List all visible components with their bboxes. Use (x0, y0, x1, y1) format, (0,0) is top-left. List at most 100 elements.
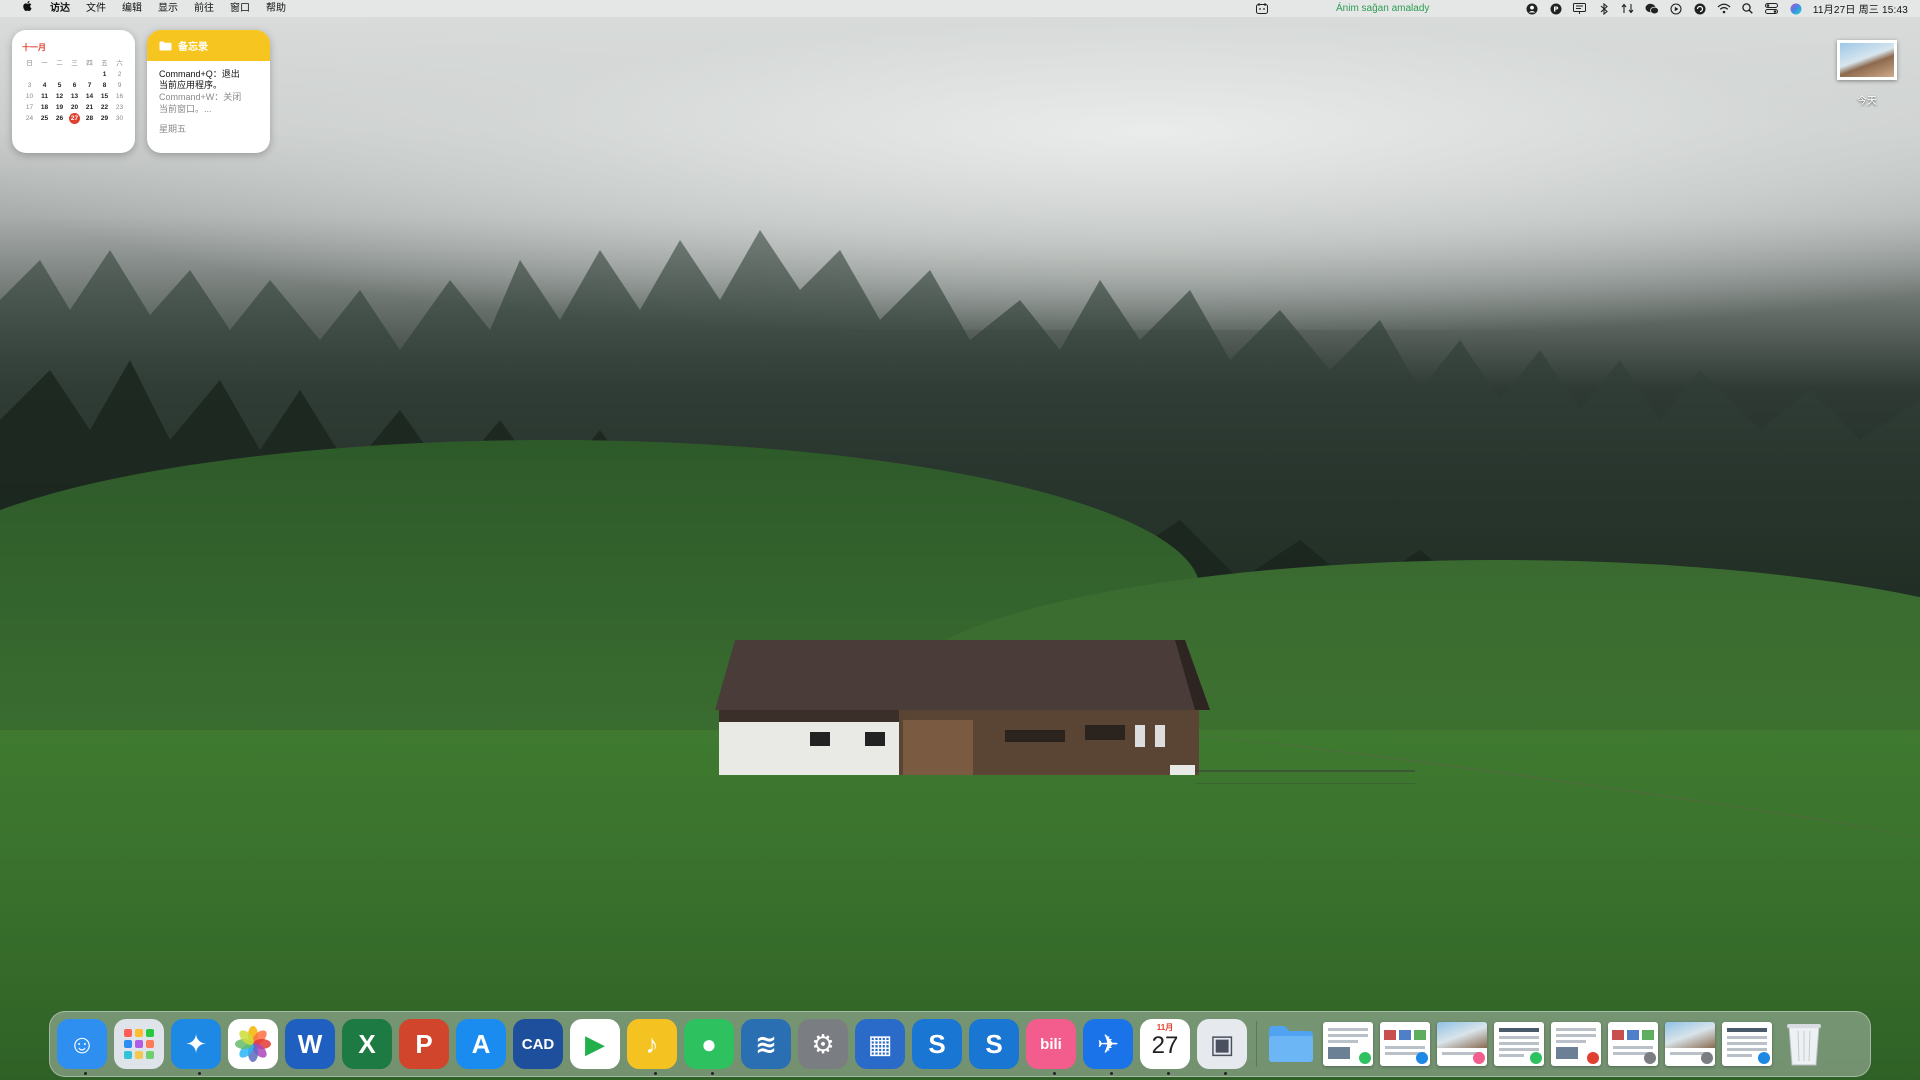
dock-slot-launchpad (114, 1019, 171, 1069)
running-indicator (654, 1072, 657, 1075)
dock-recent-doc-2[interactable] (1380, 1022, 1430, 1066)
menu-item-window[interactable]: 窗口 (222, 0, 258, 17)
bluetooth-icon[interactable] (1597, 2, 1611, 16)
desktop-wallpaper (0, 0, 1920, 1080)
calendar-month-label: 十一月 (22, 43, 46, 52)
calendar-weekday: 日 (26, 60, 33, 67)
running-indicator (711, 1072, 714, 1075)
note-day: 星期五 (159, 124, 187, 134)
svg-text:P: P (1553, 5, 1558, 13)
photos-icon (235, 1026, 271, 1062)
menu-item-view[interactable]: 显示 (150, 0, 186, 17)
calendar-app-day: 27 (1151, 1032, 1179, 1059)
dock-app-navigation-app[interactable]: ✈ (1083, 1019, 1133, 1069)
menu-item-help[interactable]: 帮助 (258, 0, 294, 17)
dock-app-safari[interactable]: ✦ (171, 1019, 221, 1069)
dock-app-calendar[interactable]: 11月 27 (1140, 1019, 1190, 1069)
calendar-widget[interactable]: 十一月 日一二三四五六 1 2 3 4 5 6 7 8 9 10 11 12 13 14 15 16 17 18 19… (12, 30, 135, 153)
calendar-day: 29 (100, 115, 109, 122)
menu-item-go[interactable]: 前往 (186, 0, 222, 17)
screen-icon[interactable] (1573, 2, 1587, 16)
dock-app-preview[interactable]: ▣ (1197, 1019, 1247, 1069)
search-icon[interactable] (1741, 2, 1755, 16)
calendar-day: 6 (72, 82, 77, 89)
preview-icon: ▣ (1209, 1028, 1235, 1059)
running-indicator (84, 1072, 87, 1075)
calendar-day: 20 (70, 104, 79, 111)
dock-recent-doc-8[interactable] (1722, 1022, 1772, 1066)
calendar-weekday: 二 (56, 60, 63, 67)
desktop-item-today[interactable]: 今天 (1832, 40, 1902, 107)
menu-bar-tray: P 11月27日 周三 15:43 (1525, 0, 1908, 17)
dock-app-infuse-player[interactable]: ▶ (570, 1019, 620, 1069)
dock-recent-doc-7[interactable] (1665, 1022, 1715, 1066)
dock-app-app-store[interactable]: A (456, 1019, 506, 1069)
menu-bar: 访达 文件 编辑 显示 前往 窗口 帮助 Ánim sağan amalady … (0, 0, 1920, 17)
calculator-app-icon: ▦ (867, 1028, 893, 1059)
calendar-day (52, 71, 67, 78)
calendar-day: 11 (41, 93, 48, 100)
menu-item-finder[interactable]: 访达 (42, 0, 78, 17)
control-center-icon[interactable] (1765, 2, 1779, 16)
menu-bar-clock[interactable]: 11月27日 周三 15:43 (1813, 1, 1908, 16)
dock-trash[interactable] (1779, 1019, 1829, 1069)
dock-slot-preview: ▣ (1197, 1019, 1254, 1075)
dock-downloads-folder[interactable] (1266, 1019, 1316, 1069)
dock-app-cad[interactable]: CAD (513, 1019, 563, 1069)
dock-recent-doc-1[interactable] (1323, 1022, 1373, 1066)
menu-item-edit[interactable]: 编辑 (114, 0, 150, 17)
dock-recent-doc-5[interactable] (1551, 1022, 1601, 1066)
dock-recent-doc-4[interactable] (1494, 1022, 1544, 1066)
dock-slot-excel: X (342, 1019, 399, 1069)
dock-app-calculator-app[interactable]: ▦ (855, 1019, 905, 1069)
apple-menu-button[interactable] (14, 0, 42, 17)
calendar-weekday: 一 (41, 60, 48, 67)
calendar-day: 19 (55, 104, 64, 111)
siri-icon[interactable] (1789, 2, 1803, 16)
dock-app-system-settings[interactable]: ⚙ (798, 1019, 848, 1069)
dock-app-excel[interactable]: X (342, 1019, 392, 1069)
dock-app-word[interactable]: W (285, 1019, 335, 1069)
app-store-icon: A (471, 1028, 491, 1059)
dock-app-photos[interactable] (228, 1019, 278, 1069)
powerpoint-icon: P (415, 1028, 433, 1059)
doc-app-badge-icon (1644, 1052, 1656, 1064)
dock-app-bilibili[interactable]: bili (1026, 1019, 1076, 1069)
calendar-day: 10 (25, 93, 34, 100)
dock-separator (1256, 1021, 1257, 1067)
dock-slot-navigation-app: ✈ (1083, 1019, 1140, 1075)
dock-slot-photos (228, 1019, 285, 1069)
calendar-weekday: 四 (86, 60, 93, 67)
cad-icon: CAD (521, 1035, 555, 1053)
menu-bar-left: 访达 文件 编辑 显示 前往 窗口 帮助 (0, 0, 294, 17)
p-icon[interactable]: P (1549, 2, 1563, 16)
dock-app-music-app[interactable]: ♪ (627, 1019, 677, 1069)
dock-app-powerpoint[interactable]: P (399, 1019, 449, 1069)
status-text[interactable]: Ánim sağan amalady (1336, 0, 1429, 17)
dock-app-wechat[interactable]: ● (684, 1019, 734, 1069)
play-circle-icon[interactable] (1669, 2, 1683, 16)
dock-app-layers-app[interactable]: ≋ (741, 1019, 791, 1069)
dial-icon[interactable] (1693, 2, 1707, 16)
wechat-icon[interactable] (1645, 2, 1659, 16)
dock-recent-doc-6[interactable] (1608, 1022, 1658, 1066)
notes-widget-header: 备忘录 (147, 30, 270, 61)
dock-app-s-app-2[interactable]: S (969, 1019, 1019, 1069)
calendar-today: 27 (69, 113, 80, 124)
calendar-day: 25 (40, 115, 49, 122)
dock-app-finder[interactable]: ☺ (57, 1019, 107, 1069)
dock-app-launchpad[interactable] (114, 1019, 164, 1069)
dock-recent-doc-3[interactable] (1437, 1022, 1487, 1066)
calendar-day: 22 (100, 104, 109, 111)
calendar-badge-icon[interactable] (1256, 3, 1268, 14)
notes-widget[interactable]: 备忘录 Command+Q：退出 当前应用程序。 Command+W：关闭 当前… (147, 30, 270, 153)
calendar-day: 30 (115, 115, 124, 122)
user-icon[interactable] (1525, 2, 1539, 16)
safari-icon: ✦ (185, 1028, 207, 1059)
menu-item-file[interactable]: 文件 (78, 0, 114, 17)
dock-app-s-app-1[interactable]: S (912, 1019, 962, 1069)
dock-slot-layers-app: ≋ (741, 1019, 798, 1069)
wallpaper-fence (1195, 770, 1415, 784)
network-activity-icon[interactable] (1621, 2, 1635, 16)
wifi-icon[interactable] (1717, 2, 1731, 16)
